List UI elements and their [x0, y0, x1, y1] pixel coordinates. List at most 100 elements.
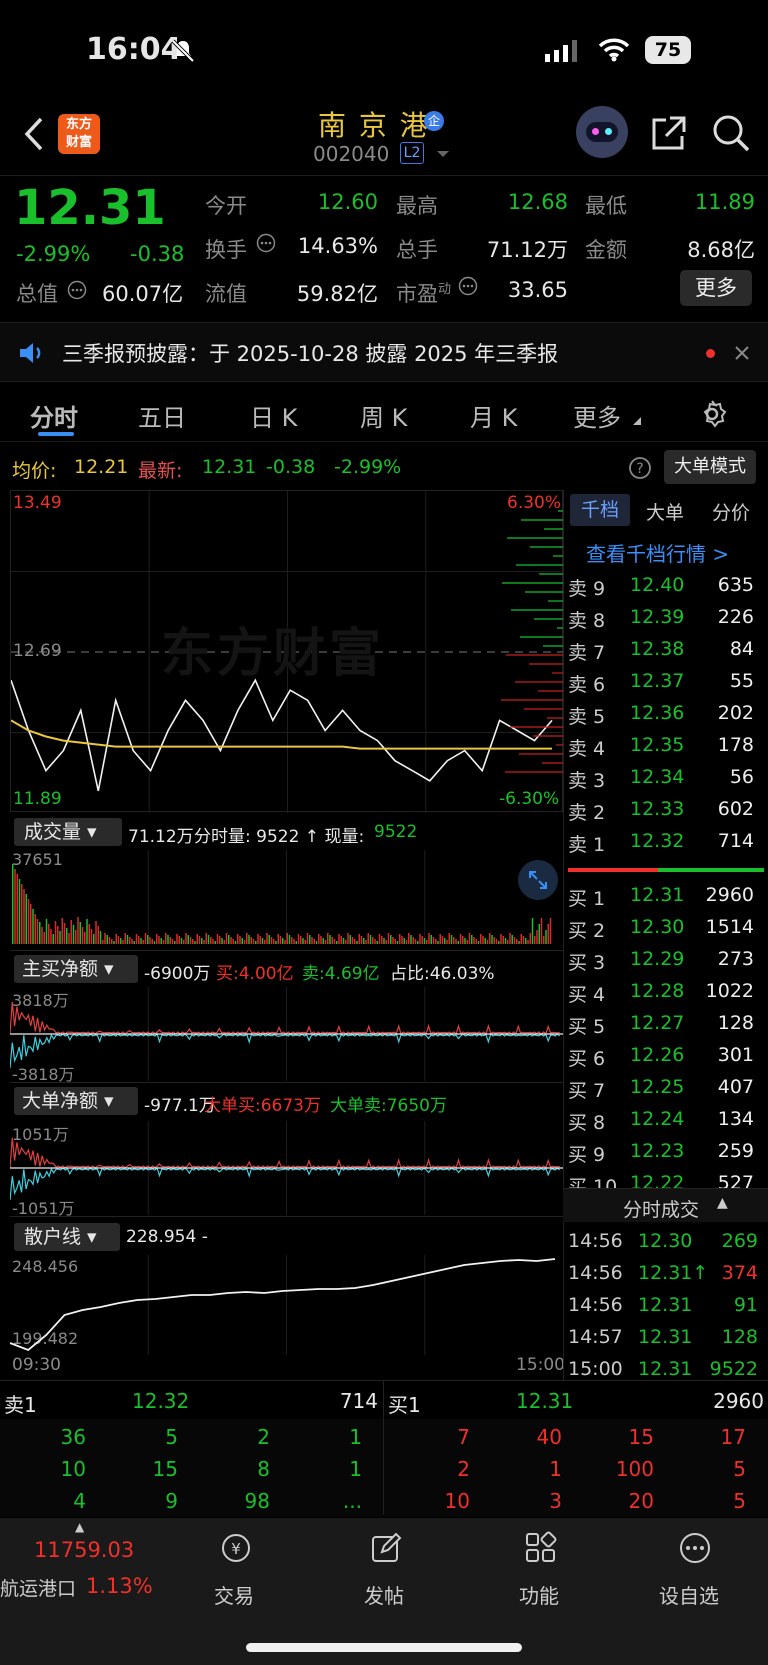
- bid-volume: 2960: [705, 884, 754, 906]
- bid-row[interactable]: 买 2 12.30 1514: [566, 912, 768, 944]
- mcap-label: 总值: [16, 282, 58, 306]
- info-dots-icon[interactable]: [67, 280, 87, 300]
- order-book-link[interactable]: 查看千档行情 >: [586, 538, 729, 567]
- queue-cell: 3: [549, 1489, 562, 1513]
- volume-bar: [453, 937, 455, 944]
- info-dots-icon[interactable]: [458, 276, 478, 296]
- index-ticker[interactable]: 11759.03 航运港口 1.13%: [0, 1518, 160, 1618]
- volume-bar: [259, 936, 261, 944]
- retail-selector[interactable]: 散户线 ▾: [14, 1223, 120, 1251]
- bid-row[interactable]: 买 3 12.29 273: [566, 944, 768, 976]
- volume-bar: [318, 934, 320, 944]
- volume-bar: [223, 940, 225, 944]
- nav-function[interactable]: 功能: [505, 1528, 575, 1614]
- volume-bar: [232, 939, 234, 944]
- volume-bar: [241, 938, 243, 944]
- volume-bar: [248, 935, 250, 944]
- tab-monthly-k[interactable]: 月 K: [470, 398, 517, 433]
- volume-bar: [333, 939, 336, 944]
- retail-line: [10, 1255, 556, 1355]
- volume-bar: [324, 940, 327, 944]
- tab-five-day[interactable]: 五日: [138, 398, 186, 433]
- ask-row[interactable]: 卖 1 12.32 714: [566, 826, 768, 858]
- back-icon[interactable]: [22, 116, 46, 152]
- settings-icon[interactable]: [696, 398, 728, 430]
- tab-daily-k[interactable]: 日 K: [250, 398, 297, 433]
- net-sell-line: [10, 1167, 561, 1201]
- price-chart[interactable]: 东方财富 13.49 12.69 11.89 6.30% -6.30%: [10, 490, 564, 813]
- ask-row[interactable]: 卖 6 12.37 55: [566, 666, 768, 698]
- notice-bar[interactable]: 三季报预披露：于 2025-10-28 披露 2025 年三季报: [0, 322, 768, 382]
- tab-order-book[interactable]: 千档: [570, 494, 630, 526]
- ask-row[interactable]: 卖 7 12.38 84: [566, 634, 768, 666]
- volume-bar: [77, 917, 79, 944]
- bid-row[interactable]: 买 1 12.31 2960: [566, 880, 768, 912]
- ask-row[interactable]: 卖 9 12.40 635: [566, 570, 768, 602]
- level2-badge[interactable]: L2: [400, 142, 424, 164]
- volume-bar: [322, 938, 324, 944]
- volume-bar: [513, 937, 516, 944]
- volume-bar: [255, 941, 257, 944]
- bid-row[interactable]: 买 6 12.26 301: [566, 1040, 768, 1072]
- volume-bar: [457, 941, 459, 944]
- amount-value: 8.68亿: [687, 238, 755, 262]
- bid-row[interactable]: 买 8 12.24 134: [566, 1104, 768, 1136]
- chevron-down-icon[interactable]: [436, 150, 450, 158]
- bid-price: 12.23: [630, 1140, 685, 1162]
- ask-row[interactable]: 卖 3 12.34 56: [566, 762, 768, 794]
- ask-price: 12.32: [630, 830, 685, 852]
- volume-bar: [221, 938, 223, 944]
- volume-bar: [311, 937, 313, 944]
- volume-bar: [187, 935, 189, 944]
- assistant-avatar[interactable]: [576, 106, 628, 158]
- volume-bar: [421, 936, 423, 944]
- ask-row[interactable]: 卖 2 12.33 602: [566, 794, 768, 826]
- volume-bar: [104, 933, 106, 944]
- volume-bar: [441, 936, 444, 944]
- close-icon[interactable]: [734, 345, 750, 361]
- volume-selector[interactable]: 成交量 ▾: [14, 818, 122, 846]
- big-order-mode-button[interactable]: 大单模式: [664, 450, 756, 484]
- info-dots-icon[interactable]: [256, 233, 276, 253]
- bid-row[interactable]: 买 9 12.23 259: [566, 1136, 768, 1168]
- volume-bar: [225, 933, 228, 944]
- queue-cell: 1: [349, 1425, 362, 1449]
- trades-header[interactable]: 分时成交 ▲: [563, 1188, 768, 1222]
- tab-more[interactable]: 更多: [573, 398, 621, 433]
- ask-row[interactable]: 卖 5 12.36 202: [566, 698, 768, 730]
- volume-bar: [466, 940, 468, 944]
- nav-trade[interactable]: ¥ 交易: [200, 1528, 270, 1614]
- queue-sell-label: 卖1: [4, 1393, 37, 1417]
- volume-bar: [369, 935, 372, 944]
- nav-favorite-label: 设自选: [659, 1584, 719, 1608]
- trade-row: 14:57 12.31 128: [566, 1322, 768, 1354]
- nav-add-favorite[interactable]: 设自选: [655, 1528, 735, 1614]
- volume-bar: [518, 941, 520, 944]
- share-icon[interactable]: [650, 114, 688, 152]
- bid-volume: 1022: [705, 980, 754, 1002]
- nav-post[interactable]: 发帖: [350, 1528, 420, 1614]
- big-order-selector[interactable]: 大单净额 ▾: [14, 1087, 138, 1115]
- queue-cell: 15: [628, 1425, 654, 1449]
- volume-bar: [45, 919, 48, 944]
- bid-row[interactable]: 买 5 12.27 128: [566, 1008, 768, 1040]
- trade-price: 12.30: [638, 1230, 693, 1252]
- bid-row[interactable]: 买 7 12.25 407: [566, 1072, 768, 1104]
- volume-bar: [340, 936, 342, 944]
- main-net-selector[interactable]: 主买净额 ▾: [14, 955, 138, 983]
- ask-row[interactable]: 卖 4 12.35 178: [566, 730, 768, 762]
- tab-big-order[interactable]: 大单: [646, 498, 684, 525]
- search-icon[interactable]: [712, 114, 750, 152]
- volume-bar: [444, 938, 446, 944]
- tab-price-dist[interactable]: 分价: [712, 498, 750, 525]
- more-button[interactable]: 更多: [680, 270, 752, 306]
- volume-bar: [279, 936, 282, 944]
- tab-weekly-k[interactable]: 周 K: [360, 398, 407, 433]
- bid-row[interactable]: 买 4 12.28 1022: [566, 976, 768, 1008]
- volume-bar: [266, 933, 268, 944]
- ask-volume: 226: [717, 606, 754, 628]
- volume-bars: [12, 850, 552, 944]
- help-icon[interactable]: ?: [628, 456, 652, 480]
- tab-intraday[interactable]: 分时: [30, 398, 78, 433]
- ask-row[interactable]: 卖 8 12.39 226: [566, 602, 768, 634]
